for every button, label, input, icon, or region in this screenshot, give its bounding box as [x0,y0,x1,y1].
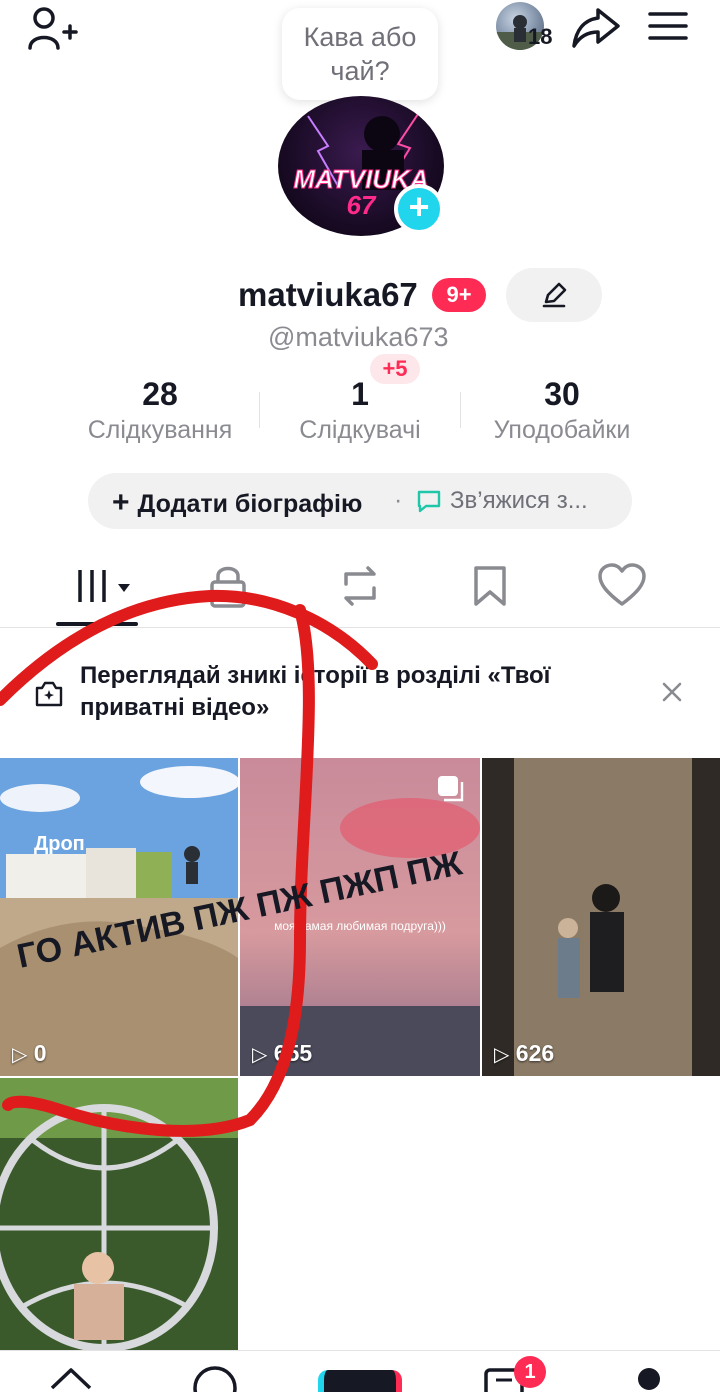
inbox-badge: 1 [514,1356,546,1388]
edit-profile-button[interactable] [506,268,602,322]
followers-count[interactable]: 1 [260,376,460,413]
create-button[interactable] [318,1370,402,1392]
add-story-button[interactable]: + [394,184,444,234]
annotation-text: ГО АКТИВ ПЖ ПЖ ПЖП ПЖ [14,844,466,976]
menu-icon[interactable] [646,8,690,44]
likes-count[interactable]: 30 [462,376,662,413]
friends-count: 18 [528,24,553,49]
chat-icon [416,489,442,518]
following-count[interactable]: 28 [60,376,260,413]
following-label[interactable]: Слідкування [60,416,260,445]
profile-tab-icon[interactable] [638,1368,660,1390]
notification-badge[interactable]: 9+ [432,278,486,312]
avatar-logo-num: 67 [347,190,377,220]
add-friend-icon[interactable] [26,4,78,52]
red-annotation: ГО АКТИВ ПЖ ПЖ ПЖП ПЖ [0,589,466,1137]
plus-icon: + [112,486,130,519]
home-icon[interactable] [48,1366,94,1392]
discover-icon[interactable] [192,1364,238,1392]
bio-separator: · [394,486,403,514]
share-icon[interactable] [570,4,622,50]
add-bio-button[interactable]: + Додати біографію [112,486,362,520]
contact-button[interactable]: Зв’яжися з... [450,487,588,515]
followers-label[interactable]: Слідкувачі [260,416,460,445]
username: matviuka67 [238,276,418,313]
user-handle: @matviuka673 [268,322,449,352]
status-bubble[interactable]: Кава або чай? [282,8,438,100]
stats-divider [460,392,461,428]
likes-label[interactable]: Уподобайки [462,416,662,445]
